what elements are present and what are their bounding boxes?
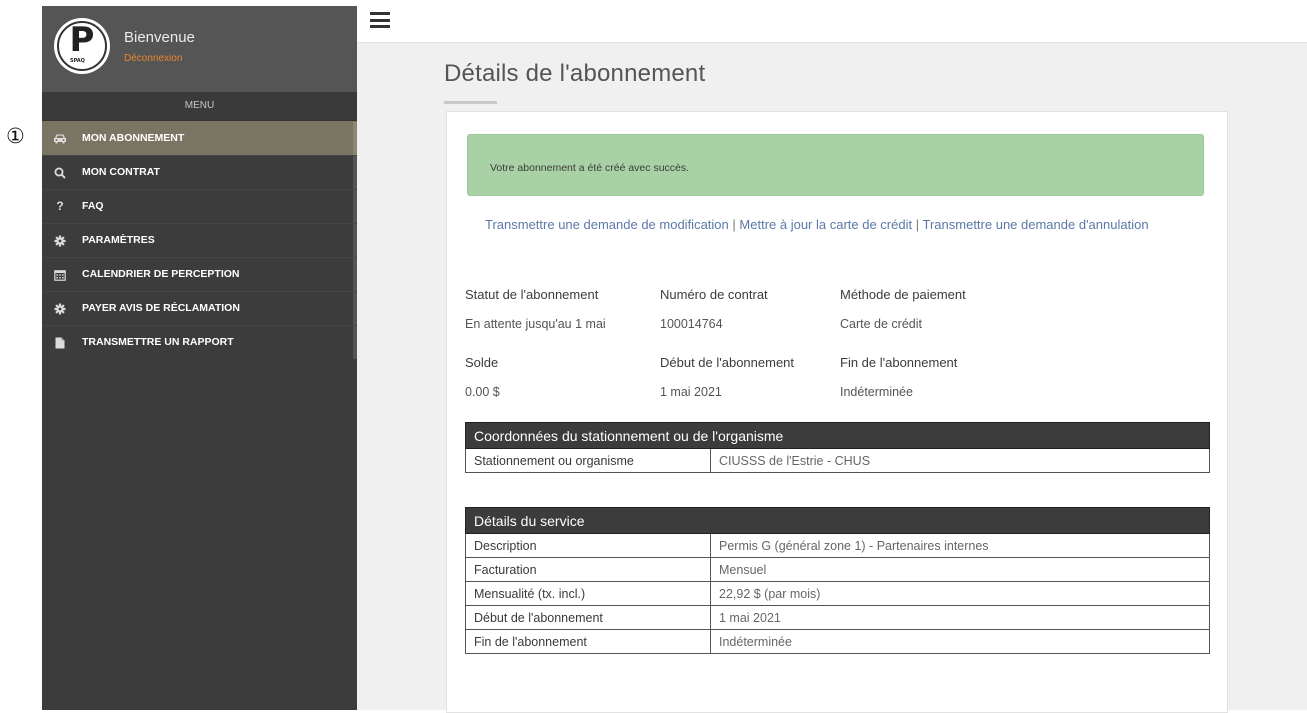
start-date-value: 1 mai 2021 [660,385,722,399]
logo: P SPAQ [54,18,110,74]
menu-heading: MENU [42,92,357,121]
balance-value: 0.00 $ [465,385,500,399]
table-cell-value: 22,92 $ (par mois) [710,581,1210,606]
sidebar-item-label: FAQ [82,200,104,212]
start-date-label: Début de l'abonnement [660,355,795,370]
sidebar-item-mon-contrat[interactable]: MON CONTRAT [42,155,357,189]
table-cell-label: Stationnement ou organisme [465,448,711,473]
main-content: Détails de l'abonnement Votre abonnement… [357,43,1307,713]
request-cancellation-link[interactable]: Transmettre une demande d'annulation [923,217,1149,232]
sidebar-item-label: MON ABONNEMENT [82,132,185,144]
action-links: Transmettre une demande de modification … [485,217,1149,232]
table-cell-label: Facturation [465,557,711,582]
success-alert-text: Votre abonnement a été créé avec succès. [490,162,690,174]
table-cell-value: Mensuel [710,557,1210,582]
question-icon: ? [56,199,64,213]
sidebar-item-label: PAYER AVIS DE RÉCLAMATION [82,302,240,314]
table-row: Début de l'abonnement 1 mai 2021 [465,605,1210,630]
table-cell-value: 1 mai 2021 [710,605,1210,630]
gear-icon [52,224,68,257]
sidebar-item-parametres[interactable]: PARAMÈTRES [42,223,357,257]
callout-marker-1: ① [6,124,25,148]
contract-number-value: 100014764 [660,317,723,331]
file-icon [52,326,68,359]
search-icon [52,156,68,189]
contract-number-label: Numéro de contrat [660,287,768,302]
table-cell-label: Description [465,533,711,558]
balance-label: Solde [465,355,499,370]
table-cell-label: Fin de l'abonnement [465,629,711,654]
status-value: En attente jusqu'au 1 mai [465,317,606,331]
table-row: Mensualité (tx. incl.) 22,92 $ (par mois… [465,581,1210,606]
welcome-text: Bienvenue [124,29,195,46]
table-cell-value: Indéterminée [710,629,1210,654]
sidebar: P SPAQ Bienvenue Déconnexion MENU MON AB… [42,6,357,710]
logout-link[interactable]: Déconnexion [124,53,182,64]
sidebar-header: P SPAQ Bienvenue Déconnexion [42,6,357,92]
end-date-label: Fin de l'abonnement [840,355,958,370]
title-underline [444,101,497,104]
service-table: Détails du service Description Permis G … [465,507,1210,654]
menu-toggle-icon[interactable] [370,12,390,28]
table-cell-value: CIUSSS de l'Estrie - CHUS [710,448,1210,473]
gear-icon [52,292,68,325]
page-title: Détails de l'abonnement [444,60,706,87]
end-date-value: Indéterminée [840,385,913,399]
car-icon [52,122,68,155]
table-cell-value: Permis G (général zone 1) - Partenaires … [710,533,1210,558]
sidebar-item-transmettre-rapport[interactable]: TRANSMETTRE UN RAPPORT [42,325,357,359]
calendar-icon [52,258,68,291]
link-separator: | [732,217,736,232]
table-row: Fin de l'abonnement Indéterminée [465,629,1210,654]
payment-method-label: Méthode de paiement [840,287,966,302]
table-row: Description Permis G (général zone 1) - … [465,533,1210,558]
table-cell-label: Début de l'abonnement [465,605,711,630]
link-separator: | [915,217,920,232]
sidebar-item-label: CALENDRIER DE PERCEPTION [82,268,240,280]
sidebar-item-label: TRANSMETTRE UN RAPPORT [82,336,234,348]
sidebar-item-payer-avis[interactable]: PAYER AVIS DE RÉCLAMATION [42,291,357,325]
table-cell-label: Mensualité (tx. incl.) [465,581,711,606]
status-label: Statut de l'abonnement [465,287,599,302]
sidebar-item-label: MON CONTRAT [82,166,160,178]
sidebar-item-faq[interactable]: ? FAQ [42,189,357,223]
payment-method-value: Carte de crédit [840,317,922,331]
service-table-header: Détails du service [465,507,1210,534]
sidebar-item-mon-abonnement[interactable]: MON ABONNEMENT [42,121,357,155]
subscription-card: Votre abonnement a été créé avec succès.… [446,111,1228,713]
parking-table-header: Coordonnées du stationnement ou de l'org… [465,422,1210,449]
success-alert: Votre abonnement a été créé avec succès. [467,134,1204,196]
request-modification-link[interactable]: Transmettre une demande de modification [485,217,729,232]
parking-table: Coordonnées du stationnement ou de l'org… [465,422,1210,473]
table-row: Stationnement ou organisme CIUSSS de l'E… [465,448,1210,473]
sidebar-item-label: PARAMÈTRES [82,234,155,246]
table-row: Facturation Mensuel [465,557,1210,582]
topbar [357,6,1307,43]
sidebar-item-calendrier[interactable]: CALENDRIER DE PERCEPTION [42,257,357,291]
update-credit-card-link[interactable]: Mettre à jour la carte de crédit [739,217,912,232]
